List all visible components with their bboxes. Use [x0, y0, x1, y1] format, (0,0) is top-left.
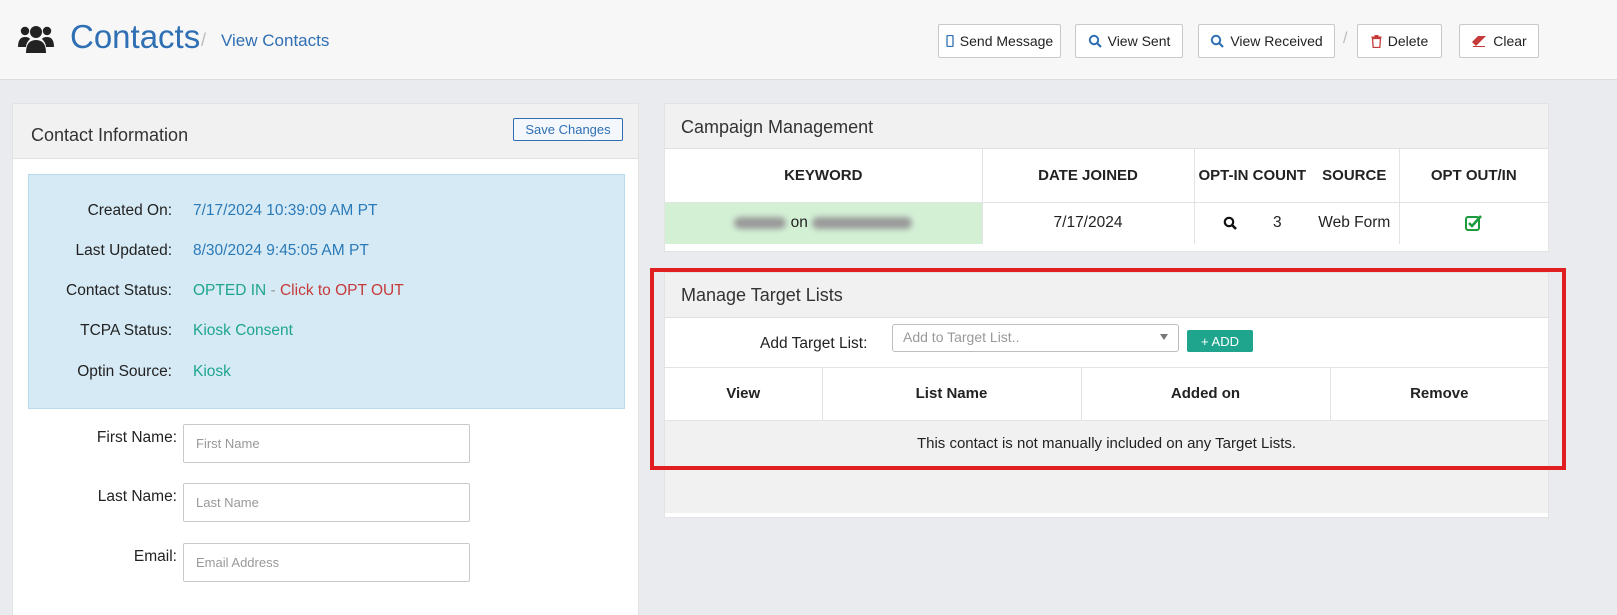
view-received-label: View Received — [1230, 33, 1323, 49]
tcpa-status-row: TCPA Status: Kiosk Consent — [29, 322, 626, 346]
email-row: Email: — [28, 543, 625, 583]
button-separator: / — [1343, 30, 1348, 47]
optin-source-row: Optin Source: Kiosk — [29, 363, 626, 387]
col-keyword: KEYWORD — [665, 149, 983, 203]
optin-source-value: Kiosk — [193, 363, 231, 380]
col-opt-out-in: OPT OUT/IN — [1399, 149, 1548, 203]
empty-target-lists-message: This contact is not manually included on… — [665, 420, 1548, 466]
last-name-field[interactable] — [183, 483, 470, 522]
col-added-on: Added on — [1081, 368, 1331, 421]
tcpa-status-label: TCPA Status: — [80, 322, 172, 339]
campaign-management-panel: Campaign Management KEYWORD DATE JOINED … — [664, 103, 1549, 252]
col-optin-count: OPT-IN COUNT — [1194, 149, 1310, 203]
users-icon — [18, 26, 54, 53]
page-title: Contacts — [70, 18, 201, 55]
target-lists-footer — [665, 468, 1548, 513]
source-cell: Web Form — [1310, 202, 1400, 244]
opt-status-cell — [1399, 202, 1548, 244]
optin-source-label: Optin Source: — [77, 363, 172, 380]
mobile-icon — [946, 35, 954, 47]
col-list-name: List Name — [822, 368, 1082, 421]
trash-icon — [1371, 34, 1382, 48]
clear-button[interactable]: Clear — [1459, 24, 1539, 58]
col-date-joined: DATE JOINED — [982, 149, 1195, 203]
breadcrumb-separator: / — [201, 30, 207, 50]
breadcrumb-view-contacts[interactable]: View Contacts — [221, 31, 329, 51]
search-icon — [1088, 34, 1102, 48]
table-row: This contact is not manually included on… — [665, 420, 1548, 466]
delete-button[interactable]: Delete — [1357, 24, 1442, 58]
target-list-select[interactable]: Add to Target List.. — [892, 324, 1179, 352]
last-updated-value: 8/30/2024 9:45:05 AM PT — [193, 242, 369, 259]
created-on-row: Created On: 7/17/2024 10:39:09 AM PT — [29, 202, 626, 226]
contact-status-value: OPTED IN - Click to OPT OUT — [193, 282, 404, 300]
status-dash: - — [266, 282, 280, 299]
first-name-row: First Name: — [28, 424, 625, 464]
campaign-table: KEYWORD DATE JOINED OPT-IN COUNT SOURCE … — [665, 149, 1548, 244]
last-updated-label: Last Updated: — [75, 242, 172, 259]
redacted-phone — [812, 217, 913, 230]
contact-status-label: Contact Status: — [66, 282, 172, 299]
manage-target-lists-header: Manage Target Lists — [665, 273, 1548, 318]
keyword-on-text: on — [790, 214, 808, 232]
checkbox-checked-icon[interactable] — [1464, 215, 1483, 232]
created-on-label: Created On: — [87, 202, 172, 219]
target-lists-header-row: View List Name Added on Remove — [665, 368, 1548, 421]
add-target-list-button[interactable]: + ADD — [1187, 330, 1253, 352]
col-source: SOURCE — [1310, 149, 1400, 203]
view-sent-label: View Sent — [1107, 33, 1171, 49]
date-joined-cell: 7/17/2024 — [982, 202, 1195, 244]
optin-count-value: 3 — [1272, 214, 1282, 232]
target-lists-table: View List Name Added on Remove This cont… — [665, 368, 1548, 466]
col-view: View — [665, 368, 823, 421]
search-icon[interactable] — [1223, 216, 1237, 231]
email-label: Email: — [133, 548, 177, 565]
chevron-down-icon — [1160, 334, 1168, 340]
created-on-value: 7/17/2024 10:39:09 AM PT — [193, 202, 378, 219]
delete-label: Delete — [1387, 33, 1429, 49]
manage-target-lists-panel: Manage Target Lists Add Target List: Add… — [664, 272, 1549, 518]
last-updated-row: Last Updated: 8/30/2024 9:45:05 AM PT — [29, 242, 626, 266]
first-name-label: First Name: — [96, 429, 177, 446]
redacted-keyword — [734, 217, 787, 230]
target-list-select-placeholder: Add to Target List.. — [903, 329, 1020, 345]
view-received-button[interactable]: View Received — [1198, 24, 1335, 58]
first-name-field[interactable] — [183, 424, 470, 463]
optin-count-cell: 3 — [1194, 202, 1310, 244]
contact-information-title: Contact Information — [31, 125, 189, 145]
manage-target-lists-title: Manage Target Lists — [681, 285, 843, 305]
eraser-icon — [1472, 35, 1487, 47]
clear-label: Clear — [1493, 33, 1527, 49]
campaign-management-header: Campaign Management — [665, 104, 1548, 149]
campaign-management-title: Campaign Management — [681, 117, 874, 137]
page-header: Contacts / View Contacts Send Message Vi… — [0, 0, 1617, 80]
table-row: on 7/17/2024 3 Web Form — [665, 202, 1548, 244]
keyword-cell: on — [665, 202, 983, 244]
tcpa-status-value: Kiosk Consent — [193, 322, 293, 339]
add-target-list-label: Add Target List: — [760, 335, 868, 352]
col-remove: Remove — [1330, 368, 1548, 421]
contact-information-panel: Contact Information Save Changes Created… — [12, 103, 639, 615]
campaign-header-row: KEYWORD DATE JOINED OPT-IN COUNT SOURCE … — [665, 149, 1548, 203]
last-name-label: Last Name: — [97, 488, 177, 505]
contact-details-box: Created On: 7/17/2024 10:39:09 AM PT Las… — [28, 174, 625, 409]
opt-out-link[interactable]: Click to OPT OUT — [280, 282, 404, 299]
opted-in-status: OPTED IN — [193, 282, 267, 299]
email-field[interactable] — [183, 543, 470, 582]
send-message-label: Send Message — [959, 33, 1054, 49]
contact-status-row: Contact Status: OPTED IN - Click to OPT … — [29, 282, 626, 306]
add-target-list-row: Add Target List: Add to Target List.. + … — [665, 318, 1548, 368]
send-message-button[interactable]: Send Message — [938, 24, 1061, 58]
last-name-row: Last Name: — [28, 483, 625, 523]
view-sent-button[interactable]: View Sent — [1075, 24, 1183, 58]
save-changes-button[interactable]: Save Changes — [513, 118, 623, 141]
search-icon — [1211, 34, 1225, 48]
